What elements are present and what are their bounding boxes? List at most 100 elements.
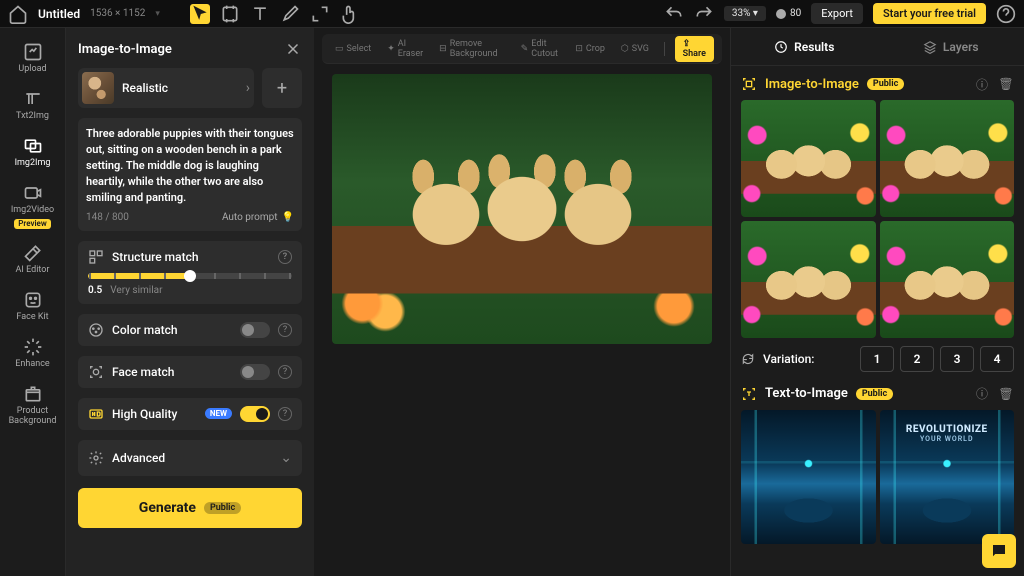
- trash-icon[interactable]: 🗑: [998, 386, 1014, 402]
- home-icon[interactable]: [8, 4, 28, 24]
- sparkle-icon: [23, 337, 43, 357]
- ct-share[interactable]: ⇪ Share: [675, 36, 714, 62]
- preview-badge: Preview: [14, 219, 51, 230]
- section-title: Image-to-Image: [765, 77, 859, 92]
- result-thumb[interactable]: [741, 221, 876, 338]
- credits-display[interactable]: 80: [776, 8, 801, 19]
- ct-svg[interactable]: ⬡ SVG: [616, 41, 654, 57]
- rail-upload[interactable]: Upload: [3, 36, 63, 81]
- section-t2i-head: Text-to-Image Public ⓘ🗑: [741, 386, 1014, 402]
- style-name: Realistic: [122, 81, 238, 95]
- canvas-image[interactable]: [332, 74, 712, 344]
- public-badge: Public: [867, 78, 904, 90]
- generate-button[interactable]: Generate Public: [78, 488, 302, 528]
- info-icon[interactable]: ?: [278, 365, 292, 379]
- rail-face-kit[interactable]: Face Kit: [3, 284, 63, 329]
- rail-img2video[interactable]: Img2VideoPreview: [3, 177, 63, 236]
- rail-enhance[interactable]: Enhance: [3, 331, 63, 376]
- prompt-input[interactable]: Three adorable puppies with their tongue…: [78, 118, 302, 231]
- info-icon[interactable]: ?: [278, 250, 292, 264]
- variation-row: Variation: 1 2 3 4: [741, 346, 1014, 372]
- face-match-toggle[interactable]: [240, 364, 270, 380]
- hd-icon: [88, 406, 104, 422]
- advanced-label: Advanced: [112, 451, 272, 465]
- result-thumb[interactable]: [880, 221, 1015, 338]
- ct-ai-eraser[interactable]: ✦ AI Eraser: [382, 36, 428, 62]
- redo-icon[interactable]: [694, 4, 714, 24]
- upload-icon: [23, 42, 43, 62]
- auto-prompt-button[interactable]: Auto prompt💡: [222, 212, 294, 223]
- style-thumbnail: [82, 72, 114, 104]
- color-match-row: Color match ?: [78, 314, 302, 346]
- video-icon: [23, 183, 43, 203]
- cursor-tool-icon[interactable]: [190, 4, 210, 24]
- info-icon[interactable]: ⓘ: [974, 76, 990, 92]
- rail-product-bg[interactable]: Product Background: [3, 378, 63, 433]
- info-icon[interactable]: ?: [278, 407, 292, 421]
- trash-icon[interactable]: 🗑: [998, 76, 1014, 92]
- wand-icon: [23, 243, 43, 263]
- close-icon[interactable]: [284, 40, 302, 58]
- help-icon[interactable]: [996, 4, 1016, 24]
- info-icon[interactable]: ⓘ: [974, 386, 990, 402]
- tab-results[interactable]: Results: [731, 28, 878, 65]
- zoom-level[interactable]: 33% ▾: [724, 6, 766, 21]
- hq-toggle[interactable]: [240, 406, 270, 422]
- chevron-right-icon: ›: [246, 80, 250, 96]
- layers-icon: [923, 40, 937, 54]
- variation-2[interactable]: 2: [900, 346, 934, 372]
- expand-tool-icon[interactable]: [310, 4, 330, 24]
- structure-label: Structure match: [112, 250, 199, 264]
- variation-1[interactable]: 1: [860, 346, 894, 372]
- refresh-icon[interactable]: [741, 352, 755, 366]
- tab-layers[interactable]: Layers: [878, 28, 1024, 65]
- hq-label: High Quality: [112, 407, 197, 421]
- hand-tool-icon[interactable]: [340, 4, 360, 24]
- style-selector[interactable]: Realistic ›: [78, 68, 254, 108]
- rail-ai-editor[interactable]: AI Editor: [3, 237, 63, 282]
- ct-edit-cutout[interactable]: ✎ Edit Cutout: [516, 36, 565, 62]
- frame-tool-icon[interactable]: [220, 4, 240, 24]
- structure-slider[interactable]: [88, 273, 292, 279]
- text-icon: [23, 89, 43, 109]
- color-match-toggle[interactable]: [240, 322, 270, 338]
- t2i-grid: REVOLUTIONIZE YOUR WORLD: [741, 410, 1014, 545]
- doc-title[interactable]: Untitled: [38, 7, 80, 21]
- text-tool-icon[interactable]: [250, 4, 270, 24]
- clock-icon: [774, 40, 788, 54]
- start-trial-button[interactable]: Start your free trial: [873, 3, 986, 24]
- scan-icon: [741, 76, 757, 92]
- text-scan-icon: [741, 386, 757, 402]
- ct-remove-bg[interactable]: ⊟ Remove Background: [434, 36, 510, 62]
- variation-label: Variation:: [763, 352, 814, 366]
- export-button[interactable]: Export: [811, 3, 863, 24]
- structure-match-control: Structure match? 0.5Very similar: [78, 241, 302, 304]
- info-icon[interactable]: ?: [278, 323, 292, 337]
- add-style-button[interactable]: +: [262, 68, 302, 108]
- advanced-toggle[interactable]: Advanced ⌄: [78, 440, 302, 476]
- chat-fab[interactable]: [982, 534, 1016, 568]
- img2img-icon: [23, 136, 43, 156]
- face-scan-icon: [88, 364, 104, 380]
- ct-select[interactable]: ▭ Select: [330, 41, 376, 57]
- result-thumb[interactable]: [741, 100, 876, 217]
- box-icon: [23, 384, 43, 404]
- public-badge: Public: [204, 502, 241, 514]
- variation-3[interactable]: 3: [940, 346, 974, 372]
- brush-tool-icon[interactable]: [280, 4, 300, 24]
- char-count: 148 / 800: [86, 212, 129, 223]
- new-badge: NEW: [205, 408, 232, 419]
- face-match-row: Face match ?: [78, 356, 302, 388]
- undo-icon[interactable]: [664, 4, 684, 24]
- ct-crop[interactable]: ⊡ Crop: [570, 41, 610, 57]
- right-panel: Results Layers Image-to-Image Public ⓘ 🗑: [730, 28, 1024, 576]
- rail-txt2img[interactable]: Txt2Img: [3, 83, 63, 128]
- result-thumb[interactable]: [880, 100, 1015, 217]
- variation-4[interactable]: 4: [980, 346, 1014, 372]
- lightbulb-icon: 💡: [282, 212, 294, 223]
- t2i-thumb[interactable]: REVOLUTIONIZE YOUR WORLD: [880, 410, 1015, 545]
- panel-title: Image-to-Image: [78, 42, 172, 57]
- t2i-thumb[interactable]: [741, 410, 876, 545]
- rail-img2img[interactable]: Img2Img: [3, 130, 63, 175]
- prompt-text: Three adorable puppies with their tongue…: [86, 126, 294, 206]
